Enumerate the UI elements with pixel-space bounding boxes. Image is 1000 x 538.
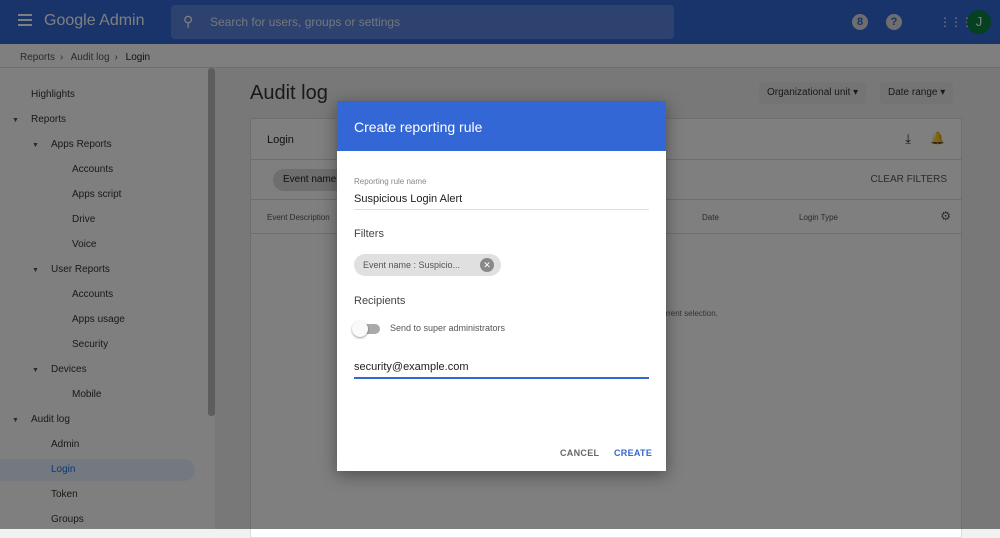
dialog-title: Create reporting rule bbox=[337, 101, 666, 151]
super-admin-toggle[interactable] bbox=[352, 321, 380, 337]
create-button[interactable]: CREATE bbox=[614, 448, 652, 458]
remove-chip-icon[interactable]: ✕ bbox=[480, 258, 494, 272]
filter-chip-label: Event name : Suspicio... bbox=[363, 260, 461, 270]
cancel-button[interactable]: CANCEL bbox=[560, 448, 599, 458]
recipients-label: Recipients bbox=[354, 295, 406, 307]
toggle-label: Send to super administrators bbox=[390, 323, 506, 333]
create-reporting-rule-dialog: Create reporting rule Reporting rule nam… bbox=[337, 101, 666, 471]
rule-name-label: Reporting rule name bbox=[354, 177, 427, 186]
filters-label: Filters bbox=[354, 228, 384, 240]
email-input[interactable]: security@example.com bbox=[354, 361, 649, 379]
rule-name-input[interactable]: Suspicious Login Alert bbox=[354, 193, 649, 210]
filter-chip[interactable]: Event name : Suspicio... ✕ bbox=[354, 254, 501, 276]
